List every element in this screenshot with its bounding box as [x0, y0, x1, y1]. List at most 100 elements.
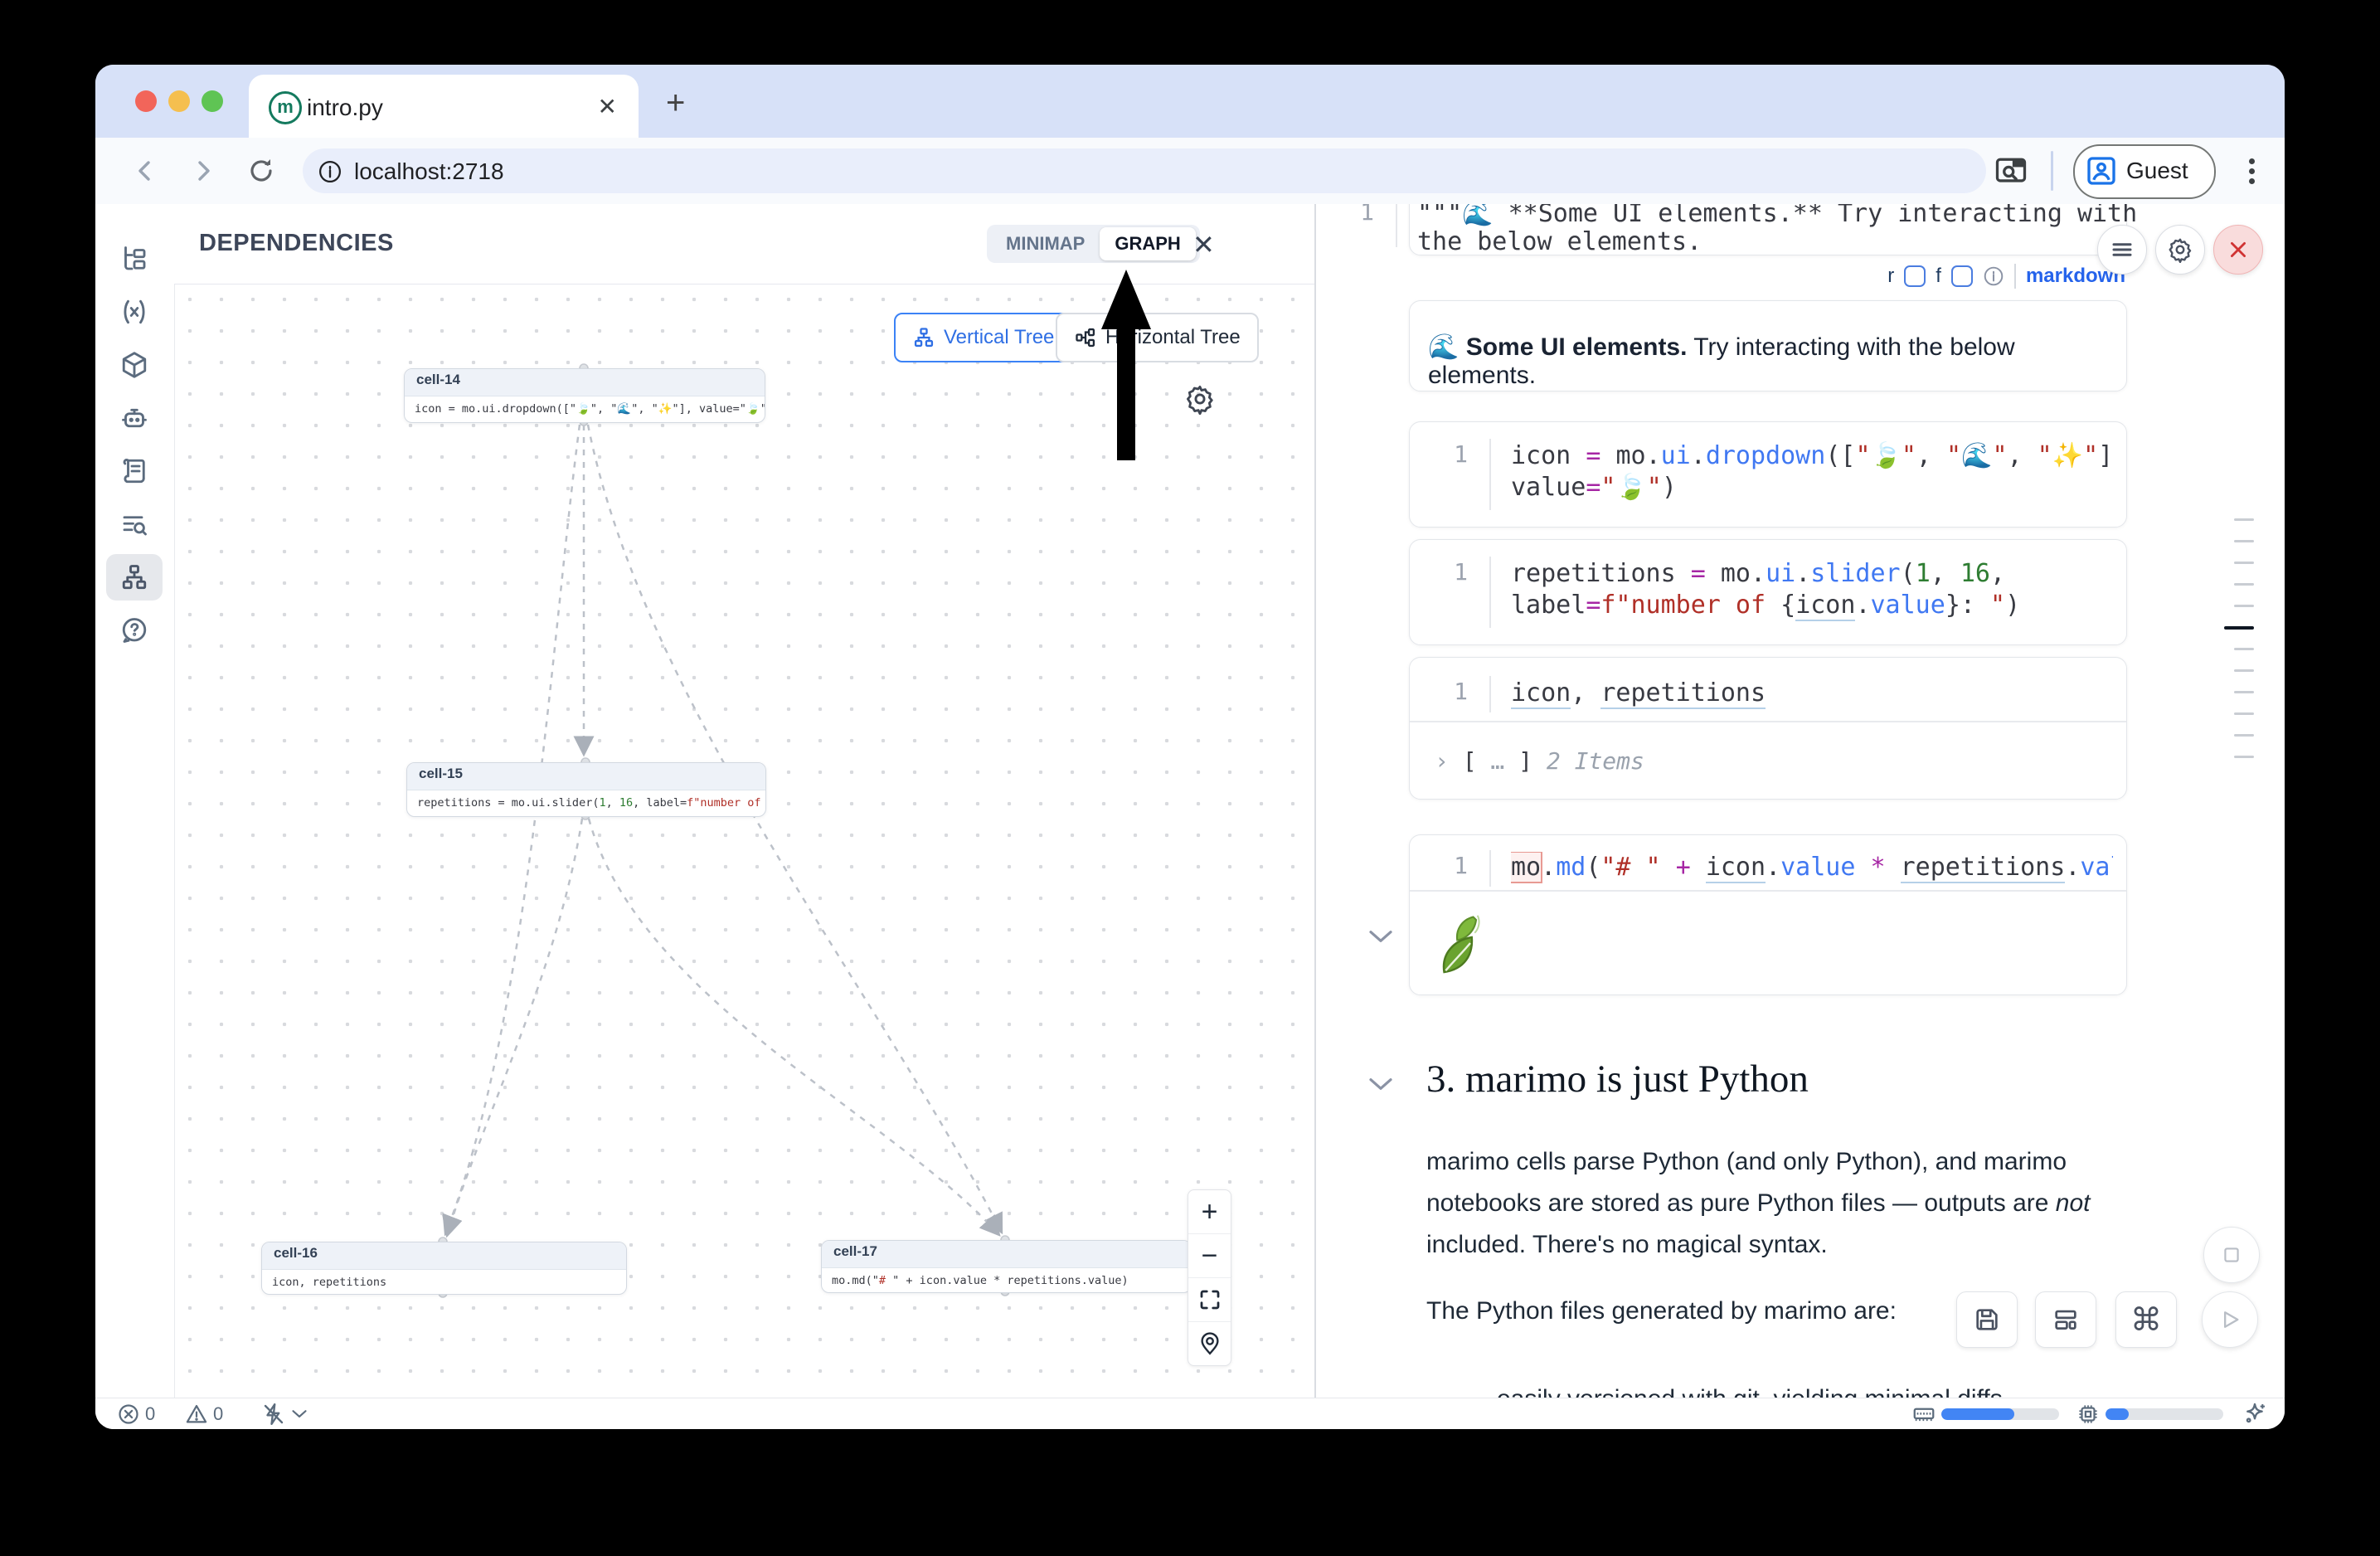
browser-tab[interactable]: m intro.py ✕ [249, 75, 639, 138]
graph-node-cell-16[interactable]: cell-16 icon, repetitions [261, 1242, 627, 1295]
rail-mark[interactable] [2234, 648, 2254, 650]
reload-icon[interactable] [246, 156, 276, 186]
back-icon[interactable] [130, 156, 160, 186]
forward-icon[interactable] [188, 156, 218, 186]
hamburger-icon [2110, 237, 2135, 262]
runtime-config-button[interactable] [261, 1398, 308, 1429]
packages-icon[interactable] [106, 342, 163, 388]
stop-button[interactable] [2203, 1227, 2260, 1283]
node-title: cell-14 [405, 369, 765, 396]
variables-icon[interactable] [106, 289, 163, 335]
dropdown-code-cell[interactable]: 1 icon = mo.ui.dropdown(["🍃", "🌊", "✨"],… [1409, 421, 2127, 528]
md-expression-cell[interactable]: 1 mo.md("# " + icon.value * repetitions.… [1409, 834, 2127, 995]
traffic-minimize-button[interactable] [168, 90, 190, 112]
panel-close-icon[interactable]: ✕ [1192, 229, 1215, 260]
r-checkbox[interactable] [1904, 265, 1926, 287]
tuple-code-cell[interactable]: 1 icon, repetitions › [ … ] 2 Items [1409, 657, 2127, 800]
graph-node-cell-17[interactable]: cell-17 mo.md("# " + icon.value * repeti… [821, 1240, 1192, 1293]
locate-button[interactable] [1188, 1322, 1231, 1365]
gutter-line [1396, 204, 1397, 247]
shutdown-button[interactable] [2213, 225, 2263, 275]
sparkle-ai-icon [2242, 1401, 2268, 1427]
rail-mark[interactable] [2234, 712, 2254, 715]
markdown-output-text: 🌊 Some UI elements. Try interacting with… [1428, 333, 2126, 390]
code-line[interactable]: icon, repetitions [1511, 678, 2113, 709]
help-icon[interactable] [106, 607, 163, 654]
profile-button[interactable]: Guest [2073, 144, 2216, 199]
errors-icon [117, 1403, 140, 1426]
code-line[interactable]: label=f"number of {icon.value}: ") [1511, 590, 2113, 621]
settings-button[interactable] [2155, 225, 2205, 275]
fit-view-button[interactable] [1188, 1278, 1231, 1322]
site-info-icon[interactable] [318, 159, 342, 184]
tuple-output[interactable]: › [ … ] 2 Items [1435, 746, 2113, 777]
error-count-value: 0 [145, 1403, 155, 1425]
node-code: repetitions = mo.ui.slider(1, 16, label=… [407, 790, 765, 815]
rail-mark[interactable] [2234, 540, 2254, 542]
rail-mark[interactable] [2234, 669, 2254, 672]
node-code: mo.md("# " + icon.value * repetitions.va… [822, 1268, 1191, 1293]
rail-mark[interactable] [2234, 605, 2254, 607]
traffic-close-button[interactable] [135, 90, 157, 112]
chevron-down-icon [291, 1408, 308, 1420]
browser-tabstrip: m intro.py ✕ + [95, 65, 2285, 138]
rail-mark[interactable] [2234, 583, 2254, 586]
dependencies-panel: DEPENDENCIES MINIMAP GRAPH ✕ [174, 204, 1314, 1429]
warning-count[interactable]: 0 [185, 1398, 223, 1429]
fit-view-icon [1197, 1287, 1222, 1312]
ai-assistant-icon[interactable] [106, 395, 163, 441]
prose-line: included. There's no magical syntax. [1426, 1231, 1828, 1259]
collapse-chevron-icon[interactable] [1367, 927, 1394, 946]
stop-square-icon [2221, 1244, 2242, 1266]
minimap-toggle[interactable]: MINIMAP [991, 227, 1100, 260]
memory-gauge [1941, 1408, 2059, 1420]
rail-mark[interactable] [2234, 518, 2254, 521]
zoom-in-button[interactable]: + [1188, 1190, 1231, 1234]
vertical-tree-button[interactable]: Vertical Tree [894, 313, 1072, 362]
view-toggle: MINIMAP GRAPH [987, 225, 1200, 263]
graph-settings-gear-icon[interactable] [1184, 383, 1216, 415]
keyboard-shortcuts-button[interactable]: ⌘ [2115, 1291, 2177, 1348]
snippets-search-icon[interactable] [106, 501, 163, 547]
tab-close-icon[interactable]: ✕ [598, 93, 617, 120]
rail-mark[interactable] [2234, 562, 2254, 564]
traffic-zoom-button[interactable] [202, 90, 223, 112]
rail-mark[interactable] [2234, 756, 2254, 758]
layout-button[interactable] [2035, 1291, 2096, 1348]
new-tab-button[interactable]: + [666, 85, 685, 122]
warning-count-value: 0 [213, 1403, 223, 1425]
logs-icon[interactable] [106, 448, 163, 494]
tab-title: intro.py [307, 95, 383, 121]
ai-feature-button[interactable] [2242, 1398, 2268, 1429]
memory-usage[interactable] [1911, 1398, 2059, 1429]
url-bar[interactable]: localhost:2718 [303, 148, 1986, 193]
rail-mark-active[interactable] [2224, 626, 2254, 630]
graph-node-cell-14[interactable]: cell-14 icon = mo.ui.dropdown(["🍃", "🌊",… [404, 368, 765, 423]
graph-toggle[interactable]: GRAPH [1100, 227, 1195, 260]
dependency-graph-icon[interactable] [106, 554, 163, 601]
save-button[interactable] [1956, 1291, 2018, 1348]
code-line[interactable]: mo.md("# " + icon.value * repetitions.va… [1511, 852, 2113, 883]
vertical-tree-label: Vertical Tree [944, 326, 1054, 349]
horizontal-tree-button[interactable]: Horizontal Tree [1056, 313, 1259, 362]
info-icon[interactable] [1983, 265, 2004, 287]
code-line[interactable]: icon = mo.ui.dropdown(["🍃", "🌊", "✨"], [1511, 440, 2113, 472]
error-count[interactable]: 0 [117, 1398, 155, 1429]
rail-mark[interactable] [2234, 734, 2254, 737]
rail-mark[interactable] [2234, 691, 2254, 693]
code-line[interactable]: value="🍃") [1511, 472, 2113, 503]
graph-zoom-controls: + − [1188, 1189, 1231, 1366]
section-chevron-icon[interactable] [1367, 1075, 1394, 1093]
save-floppy-icon [1973, 1306, 2001, 1334]
notebook-menu-button[interactable] [2097, 225, 2147, 275]
code-line[interactable]: repetitions = mo.ui.slider(1, 16, [1511, 558, 2113, 590]
file-explorer-icon[interactable] [106, 236, 163, 282]
f-checkbox[interactable] [1951, 265, 1973, 287]
slider-code-cell[interactable]: 1 repetitions = mo.ui.slider(1, 16, labe… [1409, 539, 2127, 645]
search-tabs-icon[interactable] [1993, 153, 2029, 189]
zoom-out-button[interactable]: − [1188, 1234, 1231, 1278]
run-button[interactable] [2202, 1291, 2258, 1348]
browser-menu-icon[interactable] [2243, 154, 2260, 188]
cpu-usage[interactable] [2076, 1398, 2223, 1429]
graph-node-cell-15[interactable]: cell-15 repetitions = mo.ui.slider(1, 16… [406, 762, 766, 817]
